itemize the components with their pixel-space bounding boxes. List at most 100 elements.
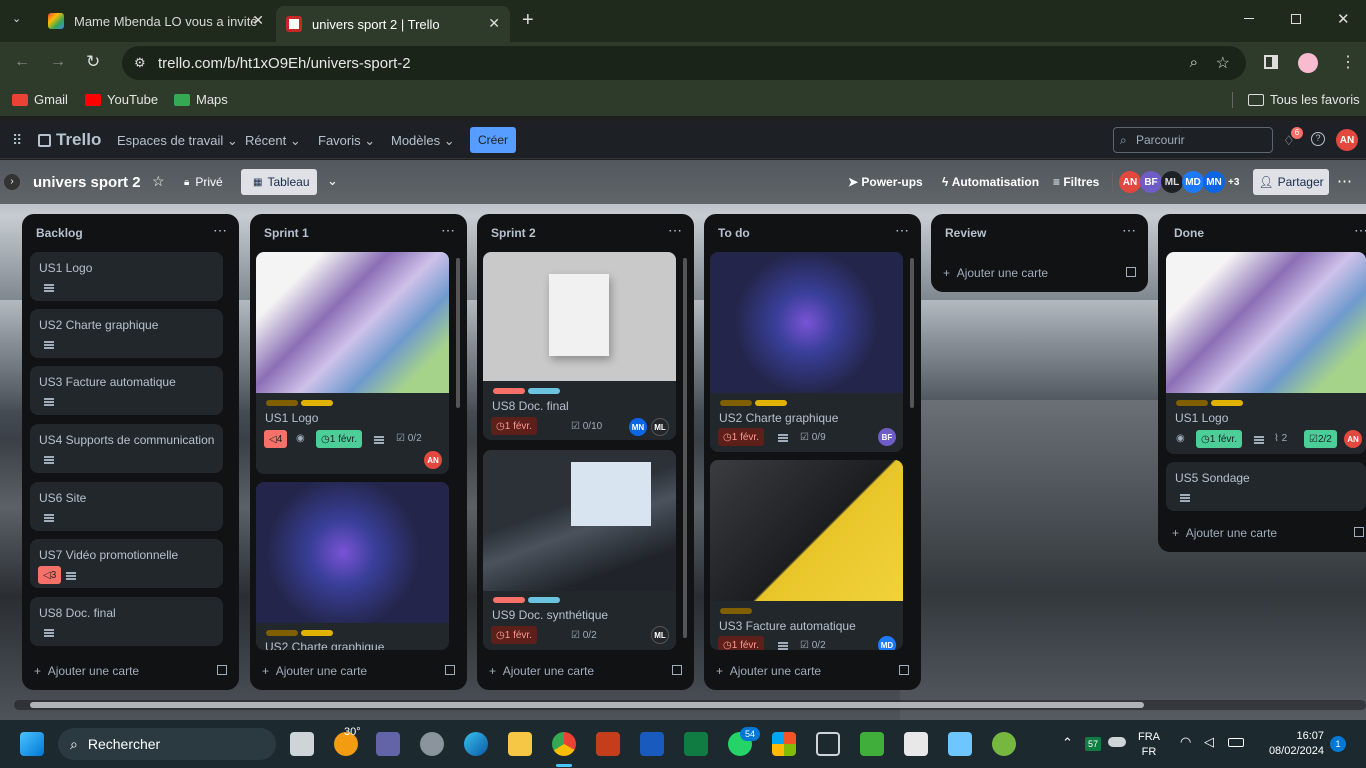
- notification-center-badge[interactable]: 1: [1330, 736, 1346, 752]
- virtualbox-icon[interactable]: [816, 732, 840, 756]
- more-members-count[interactable]: +3: [1228, 177, 1239, 188]
- card-us2-charte[interactable]: US2 Charte graphique: [256, 482, 449, 650]
- card-us1-logo[interactable]: US1 Logo ◉ ◷ 1 févr. ⌇ 2 ☑ 2/2 AN: [1166, 252, 1366, 454]
- member-avatar[interactable]: MD: [1182, 171, 1204, 193]
- nav-starred[interactable]: Favoris ⌄: [318, 133, 375, 149]
- list-title[interactable]: Sprint 1: [264, 226, 309, 240]
- forward-icon[interactable]: →: [50, 53, 66, 71]
- due-date-badge[interactable]: ◷ 1 févr.: [491, 417, 537, 435]
- card-member-avatar[interactable]: ML: [651, 626, 669, 644]
- windows-start-icon[interactable]: [20, 732, 44, 756]
- nav-workspaces[interactable]: Espaces de travail ⌄: [117, 133, 238, 149]
- list-scrollbar[interactable]: [910, 258, 914, 408]
- card-us8[interactable]: US8 Doc. final: [30, 597, 223, 646]
- card-member-avatar[interactable]: BF: [878, 428, 896, 446]
- snipping-tool-icon[interactable]: [904, 732, 928, 756]
- list-menu-icon[interactable]: ⋯: [213, 222, 227, 239]
- visibility-button[interactable]: 🔒︎ Privé: [184, 175, 223, 189]
- add-card-button[interactable]: + Ajouter une carte: [489, 664, 594, 678]
- list-scrollbar[interactable]: [683, 258, 687, 638]
- list-title[interactable]: Backlog: [36, 226, 83, 240]
- close-tab-icon[interactable]: ✕: [488, 15, 500, 32]
- card-template-icon[interactable]: [217, 665, 227, 675]
- list-title[interactable]: Done: [1174, 226, 1204, 240]
- close-tab-icon[interactable]: ✕: [252, 12, 264, 29]
- reload-icon[interactable]: ↻: [86, 52, 100, 72]
- due-date-badge[interactable]: ◷ 1 févr.: [491, 626, 537, 644]
- board-title[interactable]: univers sport 2: [33, 174, 141, 191]
- card-us8-doc[interactable]: US8 Doc. final ◷ 1 févr. ☑ 0/10 MN ML: [483, 252, 676, 440]
- due-date-badge[interactable]: ◷ 1 févr.: [316, 430, 362, 448]
- task-view-icon[interactable]: [290, 732, 314, 756]
- bookmark-gmail[interactable]: Gmail: [12, 92, 68, 107]
- notepad-icon[interactable]: [948, 732, 972, 756]
- clock[interactable]: 16:07 08/02/2024: [1258, 729, 1324, 759]
- add-card-button[interactable]: + Ajouter une carte: [1172, 526, 1277, 540]
- card-us6[interactable]: US6 Site: [30, 482, 223, 531]
- board-menu-icon[interactable]: ⋯: [1337, 172, 1352, 190]
- add-card-button[interactable]: + Ajouter une carte: [34, 664, 139, 678]
- share-button[interactable]: 👤︎ Partager: [1253, 169, 1329, 195]
- list-title[interactable]: Sprint 2: [491, 226, 536, 240]
- meet-icon[interactable]: [376, 732, 400, 756]
- card-us1-logo[interactable]: US1 Logo ◁ 4 ◉ ◷ 1 févr. ☑ 0/2 AN: [256, 252, 449, 474]
- onedrive-icon[interactable]: [1108, 737, 1126, 747]
- list-menu-icon[interactable]: ⋯: [441, 222, 455, 239]
- tray-expand-icon[interactable]: ⌃: [1062, 735, 1073, 751]
- excel-icon[interactable]: [684, 732, 708, 756]
- member-avatar[interactable]: MN: [1203, 171, 1225, 193]
- tab-search-icon[interactable]: ⌄: [12, 12, 28, 28]
- card-member-avatar[interactable]: AN: [424, 451, 442, 469]
- card-member-avatar[interactable]: AN: [1344, 430, 1362, 448]
- site-info-icon[interactable]: ⚙: [134, 55, 146, 71]
- minimize-icon[interactable]: [1244, 18, 1254, 19]
- back-icon[interactable]: ←: [14, 53, 30, 71]
- sidebar-toggle-icon[interactable]: ›: [4, 174, 20, 190]
- close-window-icon[interactable]: ✕: [1337, 10, 1350, 28]
- volume-icon[interactable]: ◁: [1204, 734, 1214, 750]
- create-button[interactable]: Créer: [470, 127, 516, 153]
- all-bookmarks[interactable]: Tous les favoris: [1248, 92, 1360, 107]
- search-input[interactable]: ⌕ Parcourir: [1113, 127, 1273, 153]
- card-us9-doc[interactable]: US9 Doc. synthétique ◷ 1 févr. ☑ 0/2 ML: [483, 450, 676, 650]
- word-icon[interactable]: [640, 732, 664, 756]
- list-menu-icon[interactable]: ⋯: [895, 222, 909, 239]
- side-panel-icon[interactable]: [1264, 55, 1278, 69]
- bookmark-star-icon[interactable]: ☆: [1216, 53, 1230, 73]
- add-card-button[interactable]: + Ajouter une carte: [943, 266, 1048, 280]
- card-us7[interactable]: US7 Vidéo promotionnelle ◁ 3: [30, 539, 223, 588]
- url-input[interactable]: ⚙ trello.com/b/ht1xO9Eh/univers-sport-2 …: [122, 46, 1246, 80]
- file-explorer-icon[interactable]: [508, 732, 532, 756]
- zoom-icon[interactable]: ⌕: [1190, 54, 1198, 71]
- settings-icon[interactable]: [420, 732, 444, 756]
- list-title[interactable]: To do: [718, 226, 750, 240]
- due-date-badge[interactable]: ◷ 1 févr.: [1196, 430, 1242, 448]
- profile-avatar[interactable]: [1298, 53, 1318, 73]
- member-avatar[interactable]: ML: [1161, 171, 1183, 193]
- utorrent-icon[interactable]: [992, 732, 1016, 756]
- account-avatar[interactable]: AN: [1336, 129, 1358, 151]
- list-menu-icon[interactable]: ⋯: [668, 222, 682, 239]
- card-us3[interactable]: US3 Facture automatique: [30, 366, 223, 415]
- card-us1[interactable]: US1 Logo: [30, 252, 223, 301]
- restore-icon[interactable]: [1291, 14, 1301, 24]
- filters-button[interactable]: ≡ Filtres: [1053, 175, 1099, 189]
- list-menu-icon[interactable]: ⋯: [1354, 222, 1366, 239]
- chrome-menu-icon[interactable]: ⋮: [1340, 52, 1356, 72]
- apps-grid-icon[interactable]: ⠿: [12, 132, 22, 149]
- edge-icon[interactable]: [464, 732, 488, 756]
- due-date-badge[interactable]: ◷ 1 févr.: [718, 428, 764, 446]
- view-board-tab[interactable]: ▦ Tableau: [241, 169, 317, 195]
- member-avatar[interactable]: BF: [1140, 171, 1162, 193]
- language-indicator[interactable]: FRA FR: [1138, 730, 1160, 760]
- powerups-button[interactable]: ➤ Power-ups: [848, 175, 923, 189]
- card-us4[interactable]: US4 Supports de communication: [30, 424, 223, 473]
- nav-templates[interactable]: Modèles ⌄: [391, 133, 455, 149]
- automation-button[interactable]: ϟ Automatisation: [942, 175, 1039, 189]
- trello-logo[interactable]: Trello: [38, 130, 101, 150]
- add-card-button[interactable]: + Ajouter une carte: [716, 664, 821, 678]
- due-date-badge[interactable]: ◷ 1 févr.: [718, 636, 764, 650]
- taskbar-search-box[interactable]: ⌕ Rechercher: [58, 728, 276, 760]
- powerpoint-icon[interactable]: [596, 732, 620, 756]
- card-us2[interactable]: US2 Charte graphique: [30, 309, 223, 358]
